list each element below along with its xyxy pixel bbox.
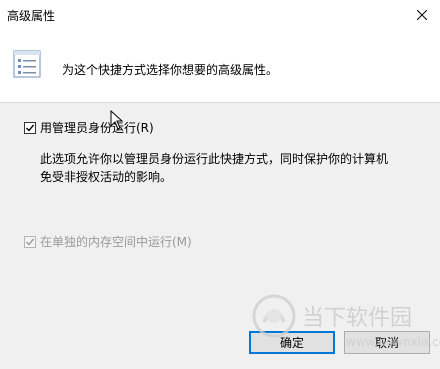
header-band: 为这个快捷方式选择你想要的高级属性。 bbox=[0, 30, 440, 103]
description-line-2: 免受非授权活动的影响。 bbox=[40, 170, 173, 184]
window-title: 高级属性 bbox=[7, 9, 56, 23]
run-as-admin-option[interactable]: 用管理员身份运行(R) bbox=[24, 119, 154, 136]
header-description: 为这个快捷方式选择你想要的高级属性。 bbox=[62, 63, 279, 77]
properties-list-icon bbox=[13, 50, 41, 78]
cancel-button[interactable]: 取消 bbox=[344, 331, 430, 354]
separate-memory-label: 在单独的内存空间中运行(M) bbox=[40, 235, 192, 249]
separate-memory-checkbox bbox=[24, 235, 36, 248]
close-button[interactable] bbox=[404, 0, 440, 30]
ok-button[interactable]: 确定 bbox=[249, 331, 335, 354]
description-line-1: 此选项允许你以管理员身份运行此快捷方式，同时保护你的计算机 bbox=[40, 152, 389, 166]
checkmark-icon bbox=[26, 124, 35, 132]
title-bar: 高级属性 bbox=[0, 0, 440, 30]
watermark-logo-icon bbox=[252, 294, 296, 338]
run-as-admin-description: 此选项允许你以管理员身份运行此快捷方式，同时保护你的计算机 免受非授权活动的影响… bbox=[40, 150, 388, 186]
separate-memory-option: 在单独的内存空间中运行(M) bbox=[24, 233, 192, 250]
run-as-admin-checkbox[interactable] bbox=[24, 121, 36, 134]
close-icon bbox=[417, 10, 427, 20]
checkmark-icon bbox=[26, 238, 35, 246]
mouse-cursor-icon bbox=[110, 110, 124, 130]
run-as-admin-label[interactable]: 用管理员身份运行(R) bbox=[40, 119, 154, 136]
watermark-text-cn: 当下软件园 bbox=[302, 306, 412, 331]
